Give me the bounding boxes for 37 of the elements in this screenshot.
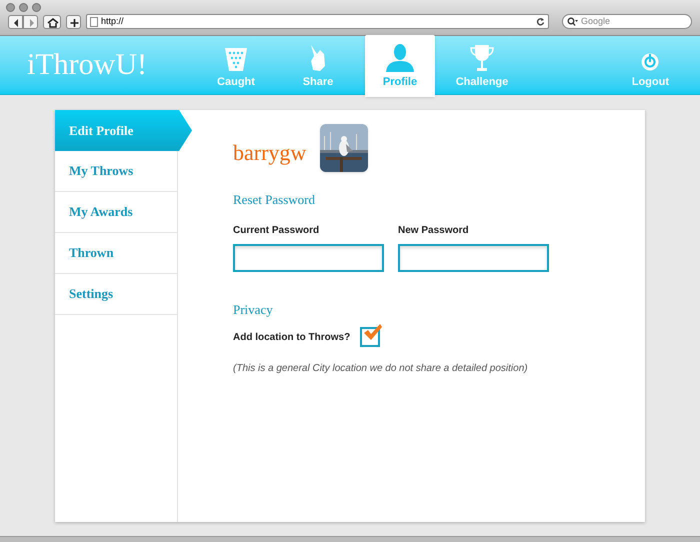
- power-icon: [640, 51, 660, 71]
- username: barrygw: [233, 138, 306, 167]
- privacy-note: (This is a general City location we do not share a detailed position): [233, 362, 529, 376]
- sidebar-item[interactable]: My Awards: [55, 192, 178, 233]
- home-icon[interactable]: [43, 14, 61, 28]
- checkmark-icon: [363, 323, 384, 341]
- password-field[interactable]: [233, 244, 384, 272]
- search-placeholder: Google: [581, 17, 610, 26]
- sidebar-item[interactable]: My Throws: [55, 151, 178, 192]
- basket-icon: [223, 46, 249, 72]
- location-checkbox[interactable]: [360, 327, 380, 347]
- field-label: Current Password: [233, 224, 320, 238]
- nav-tab[interactable]: Caught: [195, 35, 277, 94]
- address-text: http://: [101, 17, 125, 26]
- section-heading: Reset Password: [233, 191, 316, 209]
- checkbox-label: Add location to Throws?: [233, 330, 350, 344]
- address-bar[interactable]: http://: [86, 14, 549, 29]
- person-icon: [385, 44, 415, 72]
- add-icon[interactable]: [66, 14, 81, 28]
- back-icon[interactable]: [8, 14, 23, 28]
- page-icon: [90, 16, 98, 26]
- app-logo: iThrowU!: [27, 50, 147, 80]
- logout-button[interactable]: Logout: [632, 35, 669, 94]
- nav-tab[interactable]: Profile: [365, 35, 435, 97]
- sidebar-item[interactable]: Thrown: [55, 233, 178, 274]
- reload-icon[interactable]: [536, 17, 545, 26]
- hand-icon: [308, 44, 328, 72]
- nav-tab[interactable]: Share: [277, 35, 359, 94]
- sidebar-item[interactable]: Edit Profile: [55, 110, 192, 151]
- sidebar-item[interactable]: Settings: [55, 274, 178, 315]
- search-field[interactable]: Google: [562, 14, 692, 29]
- password-field[interactable]: [398, 244, 549, 272]
- trophy-icon: [469, 44, 495, 72]
- field-label: New Password: [398, 224, 470, 238]
- section-heading: Privacy: [233, 300, 274, 319]
- search-icon: [567, 17, 578, 26]
- nav-tab[interactable]: Challenge: [441, 35, 523, 94]
